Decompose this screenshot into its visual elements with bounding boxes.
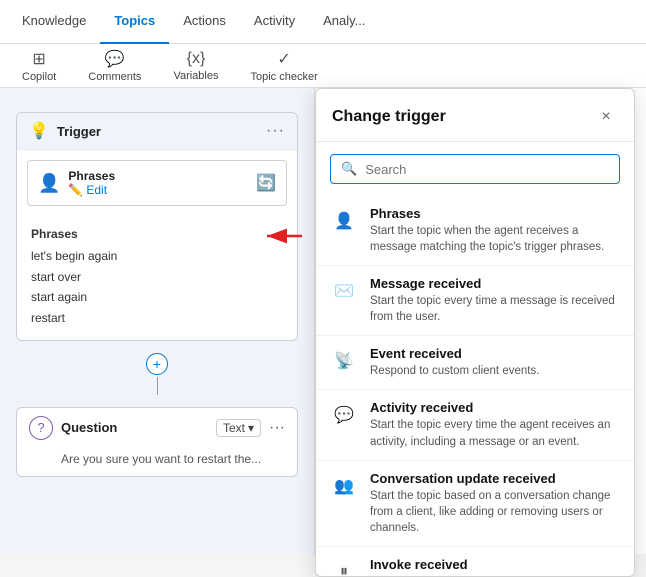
toolbar-variables-label: Variables xyxy=(173,70,218,82)
search-icon: 🔍 xyxy=(341,161,357,177)
option-invoke-desc: Respond to advanced inputs, such as butt… xyxy=(370,574,620,576)
question-type-label: Text xyxy=(223,421,245,435)
trigger-more-button[interactable]: ··· xyxy=(266,122,285,140)
trigger-options-list: 👤 Phrases Start the topic when the agent… xyxy=(316,196,634,576)
option-invoke-received[interactable]: ⏸ Invoke received Respond to advanced in… xyxy=(316,547,634,576)
toolbar-comments-label: Comments xyxy=(88,71,141,83)
option-activity-title: Activity received xyxy=(370,400,620,415)
phrases-person-icon: 👤 xyxy=(38,173,60,194)
variables-icon: {x} xyxy=(187,50,206,68)
phrases-list-title: Phrases xyxy=(31,224,283,244)
option-invoke-title: Invoke received xyxy=(370,557,620,572)
right-panel-partial xyxy=(635,88,646,554)
invoke-received-icon: ⏸ xyxy=(330,558,358,576)
comments-icon: 💬 xyxy=(105,49,125,69)
option-phrases-desc: Start the topic when the agent receives … xyxy=(370,223,620,255)
option-event-desc: Respond to custom client events. xyxy=(370,363,539,379)
phrase-item-4: restart xyxy=(31,308,283,328)
message-received-icon: ✉️ xyxy=(330,277,358,305)
phrases-card: 👤 Phrases ✏️ Edit 🔄 xyxy=(27,160,287,206)
option-activity-desc: Start the topic every time the agent rec… xyxy=(370,417,620,449)
search-input[interactable] xyxy=(365,162,609,177)
change-trigger-modal: Change trigger × 🔍 👤 Phrases Start the t… xyxy=(315,88,635,577)
nav-knowledge[interactable]: Knowledge xyxy=(8,0,100,44)
change-trigger-button[interactable]: 🔄 xyxy=(256,173,276,193)
toolbar: ⊞ Copilot 💬 Comments {x} Variables ✓ Top… xyxy=(0,44,646,88)
pencil-icon: ✏️ xyxy=(68,183,83,197)
toolbar-copilot-label: Copilot xyxy=(22,71,56,83)
option-activity-received[interactable]: 💬 Activity received Start the topic ever… xyxy=(316,390,634,460)
toolbar-copilot[interactable]: ⊞ Copilot xyxy=(16,45,62,87)
nav-activity[interactable]: Activity xyxy=(240,0,309,44)
option-phrases[interactable]: 👤 Phrases Start the topic when the agent… xyxy=(316,196,634,266)
modal-header: Change trigger × xyxy=(316,89,634,142)
option-conversation-update[interactable]: 👥 Conversation update received Start the… xyxy=(316,461,634,547)
question-card: ? Question Text ▾ ··· Are you sure you w… xyxy=(16,407,298,477)
option-message-title: Message received xyxy=(370,276,620,291)
add-node-button[interactable]: + xyxy=(146,353,168,375)
question-title: Question xyxy=(61,420,117,435)
toolbar-variables[interactable]: {x} Variables xyxy=(167,46,224,86)
phrase-item-3: start again xyxy=(31,287,283,307)
phrase-item-2: start over xyxy=(31,267,283,287)
trigger-lightning-icon: 💡 xyxy=(29,121,49,141)
trigger-title: Trigger xyxy=(57,124,101,139)
option-phrases-title: Phrases xyxy=(370,206,620,221)
question-card-header: ? Question Text ▾ ··· xyxy=(17,408,297,448)
option-conversation-title: Conversation update received xyxy=(370,471,620,486)
conversation-update-icon: 👥 xyxy=(330,472,358,500)
main-content: 💡 Trigger ··· 👤 Phrases ✏️ Edit xyxy=(0,88,646,554)
option-conversation-desc: Start the topic based on a conversation … xyxy=(370,488,620,536)
option-message-received[interactable]: ✉️ Message received Start the topic ever… xyxy=(316,266,634,336)
phrase-item-1: let's begin again xyxy=(31,246,283,266)
modal-close-button[interactable]: × xyxy=(594,105,618,129)
nav-topics[interactable]: Topics xyxy=(100,0,169,44)
plus-icon: + xyxy=(153,356,161,372)
edit-link[interactable]: ✏️ Edit xyxy=(68,183,115,197)
copilot-icon: ⊞ xyxy=(32,49,45,69)
activity-received-icon: 💬 xyxy=(330,401,358,429)
search-box[interactable]: 🔍 xyxy=(330,154,620,184)
phrases-label: Phrases xyxy=(68,169,115,183)
chevron-down-icon: ▾ xyxy=(248,421,254,435)
plus-add-node: + xyxy=(0,353,314,395)
question-more-button[interactable]: ··· xyxy=(269,419,285,437)
phrases-option-icon: 👤 xyxy=(330,207,358,235)
modal-title: Change trigger xyxy=(332,108,446,126)
modal-overlay: Change trigger × 🔍 👤 Phrases Start the t… xyxy=(315,88,646,554)
option-message-desc: Start the topic every time a message is … xyxy=(370,293,620,325)
option-event-received[interactable]: 📡 Event received Respond to custom clien… xyxy=(316,336,634,390)
canvas: 💡 Trigger ··· 👤 Phrases ✏️ Edit xyxy=(0,88,315,554)
toolbar-comments[interactable]: 💬 Comments xyxy=(82,45,147,87)
nav-analytics[interactable]: Analy... xyxy=(309,0,379,44)
event-received-icon: 📡 xyxy=(330,347,358,375)
nav-actions[interactable]: Actions xyxy=(169,0,240,44)
question-body: Are you sure you want to restart the... xyxy=(17,448,297,476)
phrases-list: Phrases let's begin again start over sta… xyxy=(17,216,297,340)
flow-arrow xyxy=(157,377,158,395)
toolbar-topic-checker-label: Topic checker xyxy=(250,71,317,83)
top-nav: Knowledge Topics Actions Activity Analy.… xyxy=(0,0,646,44)
question-type-badge[interactable]: Text ▾ xyxy=(216,419,261,437)
topic-checker-icon: ✓ xyxy=(277,49,290,69)
option-event-title: Event received xyxy=(370,346,539,361)
trigger-card: 💡 Trigger ··· 👤 Phrases ✏️ Edit xyxy=(16,112,298,341)
question-icon: ? xyxy=(29,416,53,440)
toolbar-topic-checker[interactable]: ✓ Topic checker xyxy=(244,45,323,87)
trigger-card-header: 💡 Trigger ··· xyxy=(17,113,297,150)
